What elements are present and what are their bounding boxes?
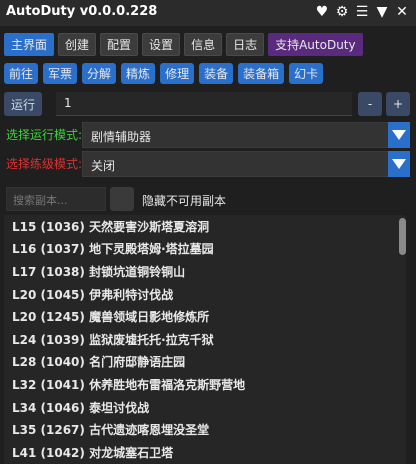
level-mode-select[interactable]: 关闭 (82, 151, 392, 177)
sub-tabs: 前往 军票 分解 精炼 修理 装备 装备箱 幻卡 (4, 63, 324, 84)
list-item[interactable]: L32 (1041) 休养胜地布雷福洛克斯野营地 (4, 373, 406, 396)
menu-icon[interactable]: ☰ (354, 3, 370, 21)
chevron-down-icon (392, 159, 406, 169)
collapse-icon[interactable]: ▼ (374, 3, 390, 21)
list-item[interactable]: L35 (1267) 古代遗迹喀恩埋没圣堂 (4, 418, 406, 441)
list-item[interactable]: L16 (1037) 地下灵殿塔姆·塔拉墓园 (4, 238, 406, 261)
desynth-button[interactable]: 分解 (82, 63, 117, 84)
list-item[interactable]: L15 (1036) 天然要害沙斯塔夏溶洞 (4, 215, 406, 238)
list-item[interactable]: L28 (1040) 名门府邸静语庄园 (4, 351, 406, 374)
heart-icon[interactable]: ♥ (314, 3, 330, 21)
window-title: AutoDuty v0.0.0.228 (6, 4, 158, 19)
chevron-down-icon (392, 130, 406, 140)
title-bar: AutoDuty v0.0.0.228 ♥ ⚙ ☰ ▼ ✕ (0, 0, 416, 26)
run-mode-select[interactable]: 剧情辅助器 (82, 122, 392, 148)
dungeon-list: L15 (1036) 天然要害沙斯塔夏溶洞 L16 (1037) 地下灵殿塔姆·… (4, 215, 406, 464)
list-item[interactable]: L41 (1042) 对龙城塞石卫塔 (4, 441, 406, 464)
run-button[interactable]: 运行 (4, 92, 42, 116)
tab-info[interactable]: 信息 (184, 33, 223, 56)
increment-button[interactable]: + (386, 92, 410, 116)
tab-support[interactable]: 支持AutoDuty (268, 33, 363, 56)
run-count-input[interactable]: 1 (56, 92, 352, 116)
tab-main[interactable]: 主界面 (4, 33, 55, 56)
scrollbar-thumb[interactable] (399, 218, 406, 255)
run-mode-label: 选择运行模式: (6, 128, 83, 142)
list-item[interactable]: L20 (1245) 魔兽领域日影地修炼所 (4, 305, 406, 328)
coffer-button[interactable]: 装备箱 (238, 63, 285, 84)
tab-log[interactable]: 日志 (226, 33, 265, 56)
list-scrollbar[interactable] (399, 215, 406, 464)
list-item[interactable]: L17 (1038) 封锁坑道铜铃铜山 (4, 260, 406, 283)
extract-button[interactable]: 精炼 (121, 63, 156, 84)
level-mode-row: 选择练级模式: 关闭 (4, 151, 410, 177)
titlebar-icons: ♥ ⚙ ☰ ▼ ✕ (314, 3, 410, 21)
tab-settings[interactable]: 设置 (142, 33, 181, 56)
level-mode-dropdown-arrow[interactable] (388, 151, 410, 177)
list-item[interactable]: L24 (1039) 监狱废墟托托·拉克千狱 (4, 328, 406, 351)
search-row: 搜索副本... 隐藏不可用副本 (4, 187, 410, 211)
level-mode-label: 选择练级模式: (6, 157, 83, 171)
tab-config[interactable]: 配置 (100, 33, 139, 56)
list-item[interactable]: L20 (1045) 伊弗利特讨伐战 (4, 283, 406, 306)
main-tabs: 主界面 创建 配置 设置 信息 日志 支持AutoDuty (4, 33, 363, 56)
repair-button[interactable]: 修理 (160, 63, 195, 84)
run-mode-row: 选择运行模式: 剧情辅助器 (4, 122, 410, 148)
goto-button[interactable]: 前往 (4, 63, 39, 84)
search-input[interactable]: 搜索副本... (6, 187, 106, 211)
triple-triad-button[interactable]: 幻卡 (289, 63, 324, 84)
tab-create[interactable]: 创建 (58, 33, 97, 56)
gc-button[interactable]: 军票 (43, 63, 78, 84)
decrement-button[interactable]: - (358, 92, 382, 116)
hide-unavailable-checkbox[interactable] (110, 187, 134, 211)
run-row: 运行 1 - + (4, 92, 410, 116)
list-item[interactable]: L34 (1046) 泰坦讨伐战 (4, 396, 406, 419)
run-mode-dropdown-arrow[interactable] (388, 122, 410, 148)
equip-button[interactable]: 装备 (199, 63, 234, 84)
close-icon[interactable]: ✕ (394, 3, 410, 21)
hide-unavailable-label: 隐藏不可用副本 (142, 194, 227, 208)
gear-icon[interactable]: ⚙ (334, 3, 350, 21)
